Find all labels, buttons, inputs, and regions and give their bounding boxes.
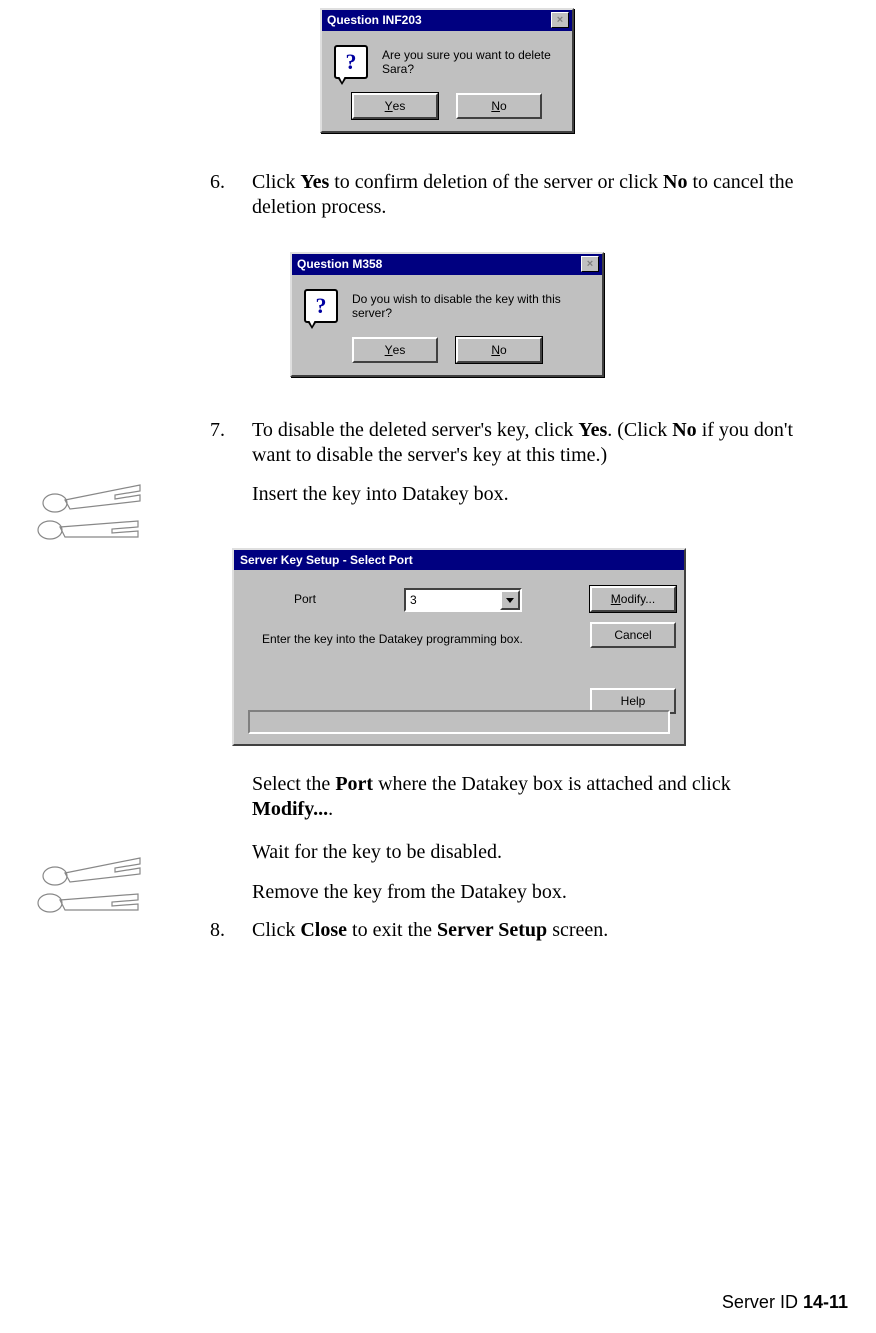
modify-button[interactable]: Modify... [590, 586, 676, 612]
yes-button[interactable]: Yes [352, 93, 438, 119]
port-label: Port [294, 592, 316, 606]
no-button[interactable]: No [456, 337, 542, 363]
hint-text: Enter the key into the Datakey programmi… [262, 632, 523, 646]
dialog-m358: Question M358 × ? Do you wish to disable… [290, 252, 604, 377]
step-number: 8. [210, 918, 234, 943]
instruction-text: Select the Port where the Datakey box is… [252, 772, 812, 822]
yes-button[interactable]: Yes [352, 337, 438, 363]
instruction-text: Remove the key from the Datakey box. [252, 880, 852, 905]
question-icon: ? [304, 289, 338, 323]
step-number: 6. [210, 170, 234, 220]
window-title: Server Key Setup - Select Port [234, 550, 684, 570]
server-key-setup-window: Server Key Setup - Select Port Port 3 En… [232, 548, 686, 746]
no-button[interactable]: No [456, 93, 542, 119]
cancel-button[interactable]: Cancel [590, 622, 676, 648]
close-icon[interactable]: × [581, 256, 599, 272]
step-text: Click Close to exit the Server Setup scr… [252, 918, 810, 943]
dialog-message: Are you sure you want to delete Sara? [382, 48, 560, 76]
status-bar [248, 710, 670, 734]
instruction-text: Wait for the key to be disabled. [252, 840, 852, 865]
dialog-titlebar: Question M358 × [292, 254, 602, 275]
step-text: To disable the deleted server's key, cli… [252, 418, 810, 507]
port-combo[interactable]: 3 [404, 588, 522, 612]
step-number: 7. [210, 418, 234, 507]
dialog-inf203: Question INF203 × ? Are you sure you wan… [320, 8, 574, 133]
chevron-down-icon[interactable] [500, 590, 520, 610]
close-icon[interactable]: × [551, 12, 569, 28]
keys-illustration [30, 475, 170, 555]
instruction-text: Insert the key into Datakey box. [252, 482, 810, 507]
dialog-title: Question INF203 [327, 13, 422, 27]
dialog-titlebar: Question INF203 × [322, 10, 572, 31]
page-footer: Server ID 14-11 [722, 1292, 848, 1313]
question-icon: ? [334, 45, 368, 79]
port-value: 3 [410, 593, 417, 607]
keys-illustration [30, 848, 170, 928]
dialog-message: Do you wish to disable the key with this… [352, 292, 590, 320]
dialog-title: Question M358 [297, 257, 382, 271]
step-text: Click Yes to confirm deletion of the ser… [252, 170, 810, 220]
